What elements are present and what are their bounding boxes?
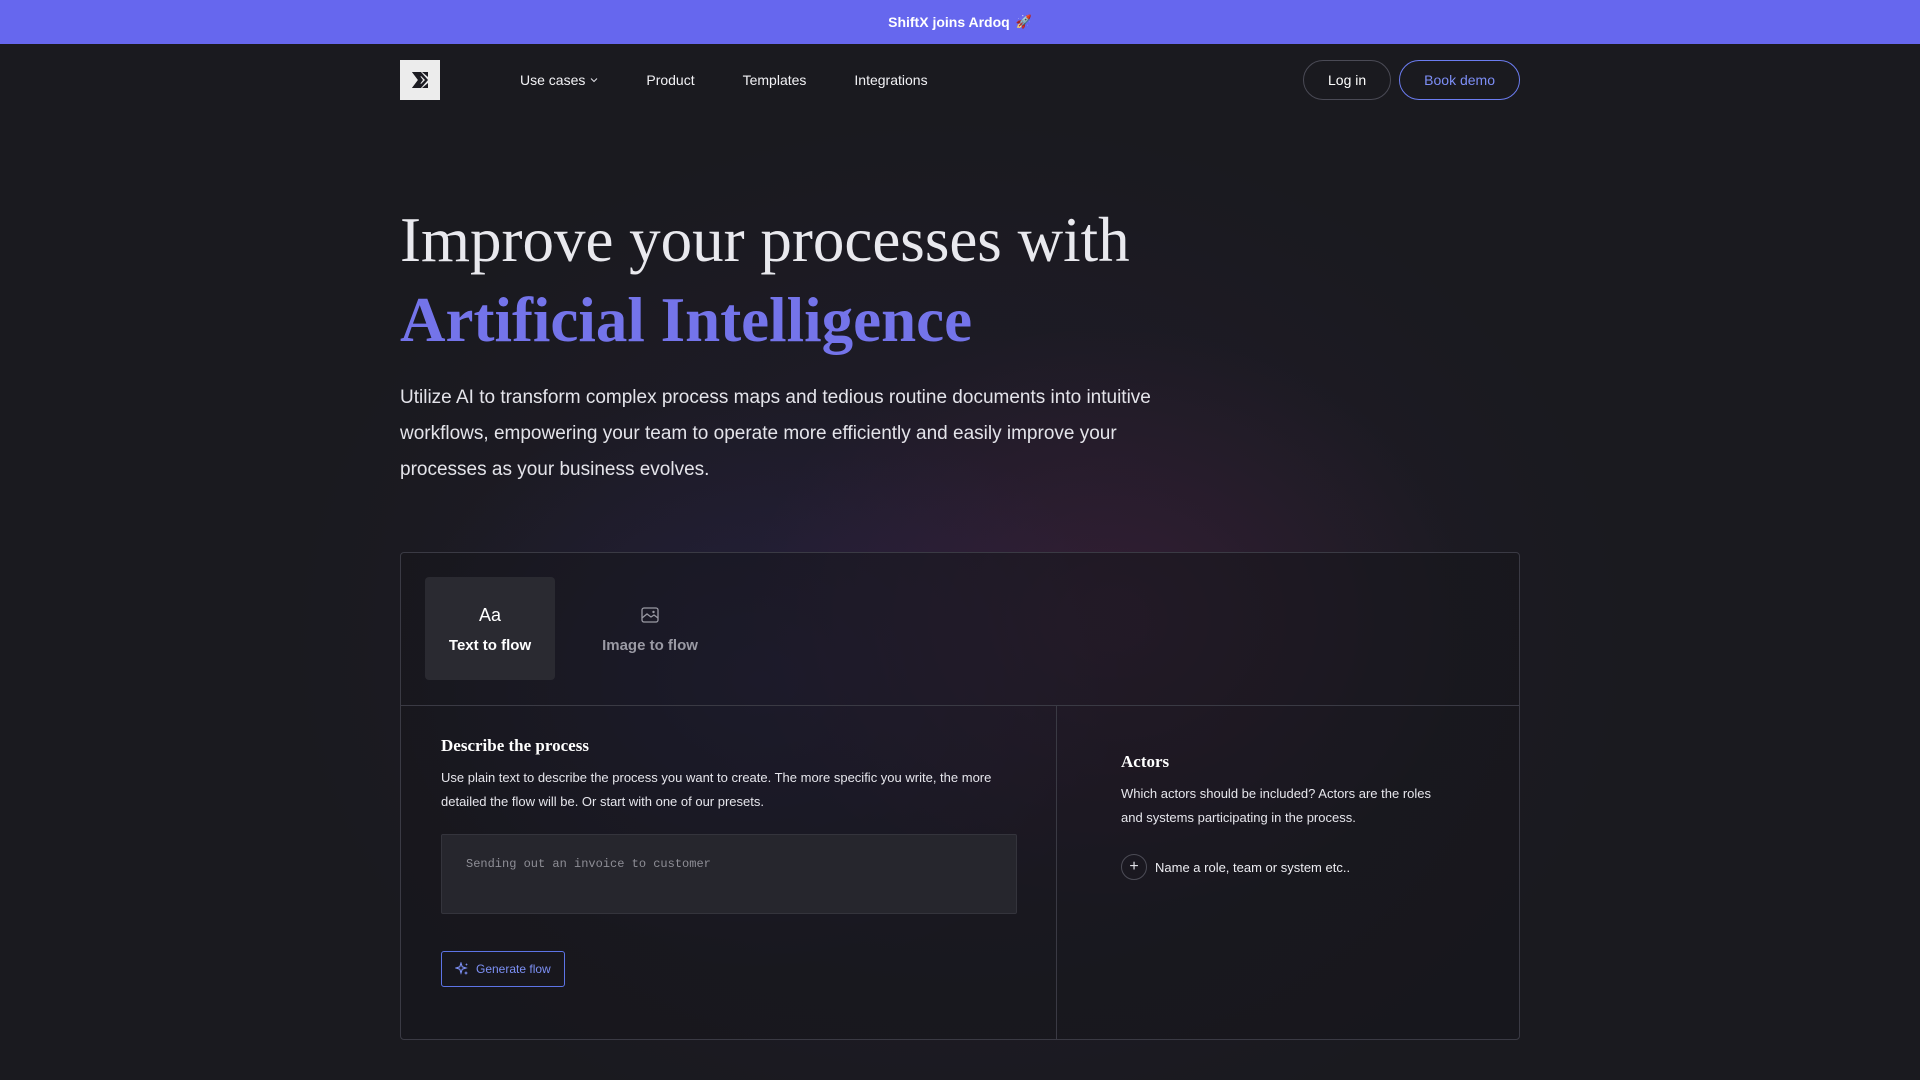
process-description-input[interactable]: [441, 834, 1017, 914]
describe-title: Describe the process: [441, 736, 589, 755]
nav-templates[interactable]: Templates: [743, 72, 807, 88]
sparkle-icon: [455, 962, 468, 975]
hero-title-line: Improve your processes with: [400, 205, 1130, 275]
generate-flow-button[interactable]: Generate flow: [441, 951, 565, 987]
describe-section: Describe the process Use plain text to d…: [401, 706, 1057, 1039]
login-button[interactable]: Log in: [1303, 60, 1392, 100]
chevron-down-icon: [591, 78, 598, 83]
book-demo-button[interactable]: Book demo: [1399, 60, 1520, 100]
nav-links: Use cases Product Templates Integrations: [520, 72, 976, 88]
add-actor-label: Name a role, team or system etc..: [1155, 859, 1351, 875]
nav-use-cases[interactable]: Use cases: [520, 72, 598, 88]
rocket-icon: 🚀: [1015, 14, 1032, 29]
shiftx-logo-icon[interactable]: [400, 60, 440, 100]
tab-text-to-flow-label: Text to flow: [448, 637, 532, 654]
nav-integrations[interactable]: Integrations: [854, 72, 927, 88]
nav-use-cases-label: Use cases: [520, 72, 586, 88]
actors-title: Actors: [1121, 752, 1170, 771]
actors-section: Actors Which actors should be included? …: [1057, 706, 1519, 1039]
mode-tabs: Aa Text to flow Image to flow: [401, 553, 1519, 706]
tab-text-to-flow[interactable]: Aa Text to flow: [425, 577, 555, 680]
actors-description: Which actors should be included? Actors …: [1121, 786, 1432, 825]
add-actor-button[interactable]: + Name a role, team or system etc..: [1121, 854, 1455, 880]
tab-image-to-flow-label: Image to flow: [602, 637, 698, 654]
announcement-text: ShiftX joins Ardoq: [888, 14, 1010, 30]
tab-image-to-flow[interactable]: Image to flow: [585, 577, 715, 680]
nav-actions: Log in Book demo: [1303, 60, 1520, 100]
plus-icon: +: [1121, 854, 1147, 880]
generate-flow-label: Generate flow: [476, 962, 551, 976]
announcement-bar[interactable]: ShiftX joins Ardoq 🚀: [0, 0, 1920, 44]
nav-product[interactable]: Product: [646, 72, 694, 88]
flow-generator-panel: Aa Text to flow Image to flow Describe t…: [400, 552, 1520, 1040]
hero-title-accent: Artificial Intelligence: [400, 285, 973, 355]
text-icon: Aa: [478, 604, 502, 625]
top-nav: Use cases Product Templates Integrations…: [400, 60, 1520, 100]
describe-description: Use plain text to describe the process y…: [441, 770, 992, 809]
panel-body: Describe the process Use plain text to d…: [401, 706, 1519, 1039]
hero-title: Improve your processes with Artificial I…: [400, 200, 1130, 360]
image-icon: [641, 603, 659, 627]
hero-subtitle: Utilize AI to transform complex process …: [400, 387, 1151, 480]
